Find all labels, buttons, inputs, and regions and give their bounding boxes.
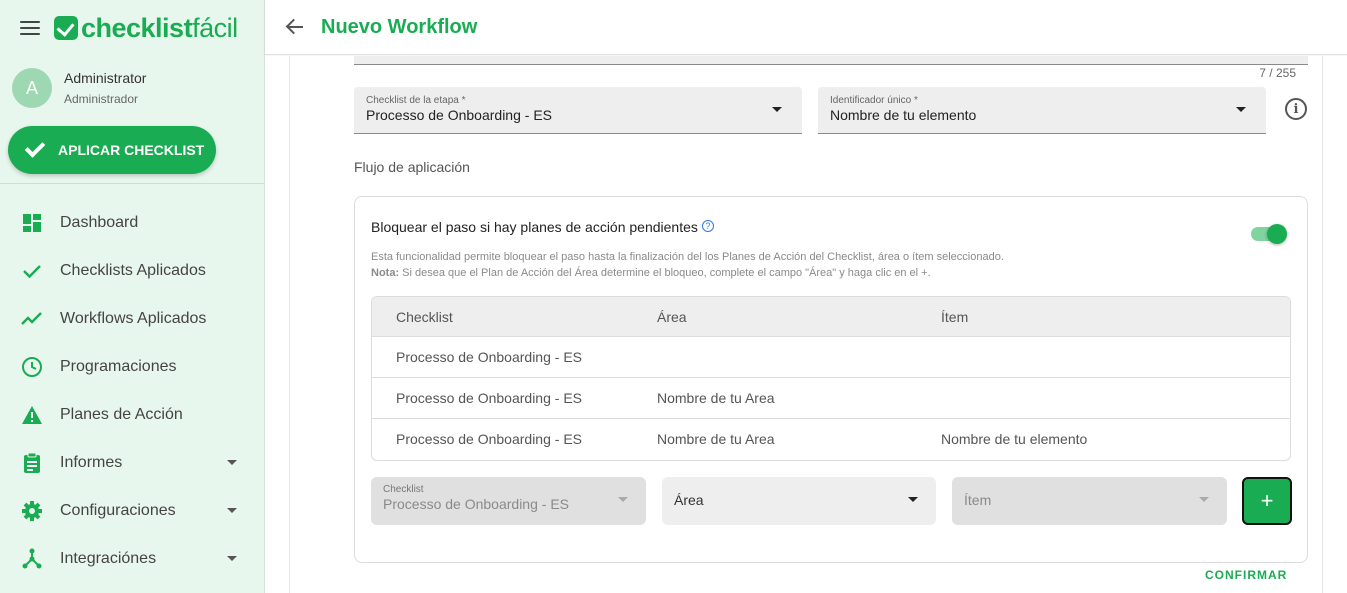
char-counter: 7 / 255 (1259, 66, 1296, 80)
cell-checklist: Processo de Onboarding - ES (396, 390, 582, 406)
add-area-select[interactable]: Área (662, 477, 936, 525)
cell-area: Nombre de tu Area (657, 390, 775, 406)
checklist-stage-value: Processo de Onboarding - ES (366, 107, 552, 123)
add-checklist-label: Checklist (383, 484, 424, 495)
warning-icon (20, 403, 44, 427)
dropdown-arrow-icon (1236, 107, 1246, 112)
add-item-placeholder: Ítem (964, 492, 992, 508)
sidebar-item-workflows-aplicados[interactable]: Workflows Aplicados (0, 295, 264, 343)
checklist-stage-label: Checklist de la etapa * (366, 95, 466, 106)
add-rule-button[interactable]: + (1242, 477, 1292, 525)
cell-checklist: Processo de Onboarding - ES (396, 431, 582, 447)
dropdown-arrow-icon (618, 497, 628, 502)
sidebar-item-informes[interactable]: Informes (0, 439, 264, 487)
name-field[interactable] (354, 56, 1308, 65)
chevron-down-icon (227, 556, 237, 561)
clipboard-icon (20, 451, 44, 475)
sidebar-item-label: Configuraciones (60, 502, 176, 519)
column-header-checklist: Checklist (396, 309, 453, 325)
table-row: Processo de Onboarding - ES Nombre de tu… (372, 378, 1290, 419)
sidebar-divider (0, 183, 264, 184)
sidebar-item-planes-de-accion[interactable]: Planes de Acción (0, 391, 264, 439)
dropdown-arrow-icon (908, 497, 918, 502)
unique-identifier-label: Identificador único * (830, 95, 918, 106)
checklist-stage-select[interactable]: Checklist de la etapa * Processo de Onbo… (354, 87, 802, 134)
user-profile: A Administrator Administrador (12, 68, 146, 108)
panel-border (1322, 56, 1323, 593)
cell-item: Nombre de tu elemento (941, 431, 1088, 447)
check-icon (20, 259, 44, 283)
dashboard-icon (20, 211, 44, 235)
note-label: Nota: (371, 267, 400, 279)
sidebar: checklistfácil A Administrator Administr… (0, 0, 265, 593)
table-header: Checklist Área Ítem (372, 297, 1290, 337)
cell-area: Nombre de tu Area (657, 431, 775, 447)
note-text: Si desea que el Plan de Acción del Área … (399, 267, 931, 279)
add-item-select: Ítem (952, 477, 1227, 525)
sidebar-item-integraciones[interactable]: Integraciónes (0, 535, 264, 583)
hub-icon (20, 547, 44, 571)
apply-checklist-button[interactable]: APLICAR CHECKLIST (8, 126, 216, 174)
brand: checklistfácil (20, 13, 238, 44)
block-step-toggle[interactable] (1251, 224, 1287, 244)
sidebar-nav: Dashboard Checklists Aplicados Workflows… (0, 199, 264, 583)
column-header-area: Área (657, 309, 687, 325)
sidebar-item-configuraciones[interactable]: Configuraciones (0, 487, 264, 535)
cell-checklist: Processo de Onboarding - ES (396, 349, 582, 365)
panel-border (289, 56, 290, 593)
sidebar-item-label: Programaciones (60, 358, 177, 375)
menu-icon[interactable] (20, 21, 40, 35)
avatar: A (12, 68, 52, 108)
chevron-down-icon (227, 460, 237, 465)
logo[interactable]: checklistfácil (54, 13, 238, 44)
apply-checklist-label: APLICAR CHECKLIST (58, 142, 205, 158)
sidebar-item-dashboard[interactable]: Dashboard (0, 199, 264, 247)
sidebar-item-label: Checklists Aplicados (60, 262, 206, 279)
sidebar-item-label: Informes (60, 454, 123, 471)
column-header-item: Ítem (941, 309, 969, 325)
block-step-title-text: Bloquear el paso si hay planes de acción… (371, 219, 698, 235)
logo-check-icon (54, 16, 78, 40)
add-checklist-value: Processo de Onboarding - ES (383, 496, 569, 512)
block-step-description: Esta funcionalidad permite bloquear el p… (371, 249, 1004, 281)
confirm-button[interactable]: CONFIRMAR (1205, 568, 1287, 582)
sidebar-item-label: Planes de Acción (60, 406, 183, 423)
sidebar-item-label: Workflows Aplicados (60, 310, 207, 327)
logo-text-light: fácil (192, 12, 238, 43)
help-icon[interactable]: ? (701, 220, 714, 232)
clock-icon (20, 355, 44, 379)
user-name: Administrator (64, 70, 147, 86)
description-text: Esta funcionalidad permite bloquear el p… (371, 251, 1004, 263)
block-step-title: Bloquear el paso si hay planes de acción… (371, 219, 714, 235)
top-header: Nuevo Workflow (265, 0, 1347, 55)
add-area-placeholder: Área (674, 492, 704, 508)
logo-text-bold: checklist (81, 12, 193, 43)
chevron-down-icon (227, 508, 237, 513)
sidebar-item-programaciones[interactable]: Programaciones (0, 343, 264, 391)
unique-identifier-select[interactable]: Identificador único * Nombre de tu eleme… (818, 87, 1266, 134)
back-arrow-icon[interactable] (285, 17, 305, 37)
page-title: Nuevo Workflow (321, 15, 478, 38)
unique-identifier-value: Nombre de tu elemento (830, 107, 977, 123)
flow-section-label: Flujo de aplicación (354, 159, 470, 175)
main-content: 7 / 255 Checklist de la etapa * Processo… (265, 56, 1347, 593)
toggle-thumb (1267, 224, 1287, 244)
gear-icon (20, 499, 44, 523)
table-row: Processo de Onboarding - ES Nombre de tu… (372, 419, 1290, 460)
check-icon (24, 136, 46, 158)
add-checklist-select: Checklist Processo de Onboarding - ES (371, 477, 646, 525)
trending-icon (20, 307, 44, 331)
table-row: Processo de Onboarding - ES (372, 337, 1290, 378)
info-icon[interactable]: i (1285, 98, 1307, 120)
sidebar-item-label: Dashboard (60, 214, 139, 231)
sidebar-item-checklists-aplicados[interactable]: Checklists Aplicados (0, 247, 264, 295)
sidebar-item-label: Integraciónes (60, 550, 157, 567)
block-step-card: Bloquear el paso si hay planes de acción… (354, 196, 1308, 563)
user-role: Administrador (64, 92, 139, 106)
blocking-rules-table: Checklist Área Ítem Processo de Onboardi… (371, 296, 1291, 461)
dropdown-arrow-icon (1199, 497, 1209, 502)
dropdown-arrow-icon (772, 107, 782, 112)
